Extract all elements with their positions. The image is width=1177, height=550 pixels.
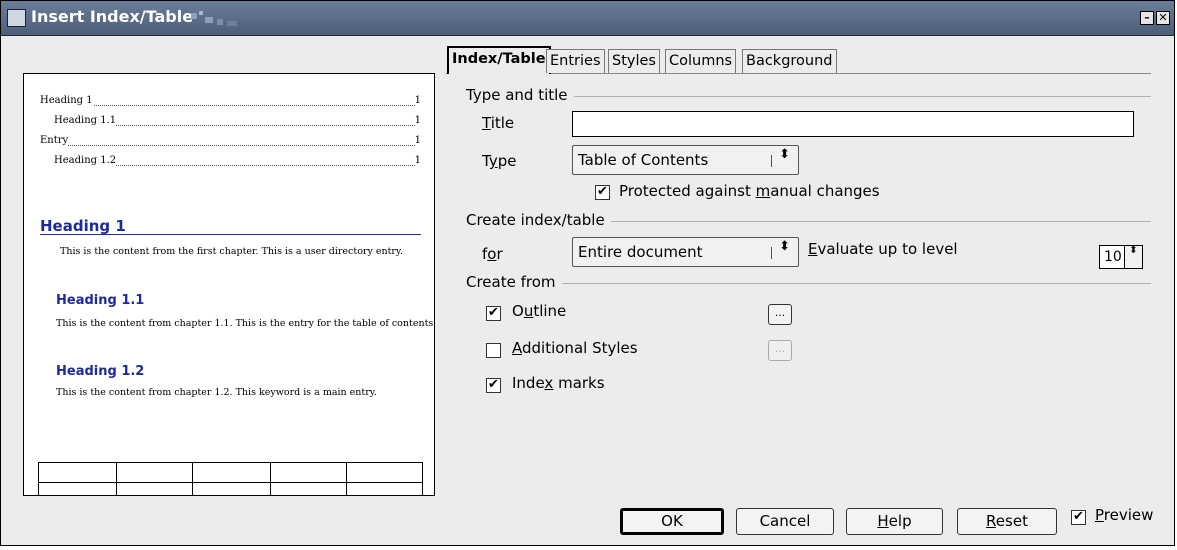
close-button[interactable]: ✕ xyxy=(1156,11,1170,25)
index-marks-label: Index marks xyxy=(512,374,605,392)
tab-background[interactable]: Background xyxy=(742,49,837,73)
window-menu-icon[interactable] xyxy=(7,9,26,27)
spin-arrows-icon[interactable]: ⬍ xyxy=(1124,246,1142,268)
toc-entry: Heading 1.2 1 xyxy=(54,155,421,166)
preview-checkbox[interactable]: ✔ xyxy=(1071,510,1086,525)
tab-columns[interactable]: Columns xyxy=(665,49,737,73)
for-select-value: Entire document xyxy=(578,243,703,261)
window-title: Insert Index/Table xyxy=(31,7,194,26)
preview-table xyxy=(38,462,423,495)
evaluate-level-label: Evaluate up to level xyxy=(808,240,958,258)
protected-label: Protected against manual changes xyxy=(619,182,880,200)
toc-entry: Entry 1 xyxy=(40,135,421,146)
section-type-and-title: Type and title xyxy=(466,86,574,104)
help-button[interactable]: Help xyxy=(846,508,943,535)
title-label: Title xyxy=(482,114,515,132)
section-divider xyxy=(611,221,1151,222)
preview-heading-1-1: Heading 1.1 xyxy=(56,293,145,308)
insert-index-dialog: Insert Index/Table – ✕ Heading 11 Headin… xyxy=(0,0,1175,546)
cancel-button[interactable]: Cancel xyxy=(736,508,834,535)
additional-styles-options-button[interactable]: ... xyxy=(768,340,792,361)
additional-styles-checkbox[interactable] xyxy=(486,343,501,358)
preview-heading-1: Heading 1 xyxy=(40,217,126,235)
outline-label: Outline xyxy=(512,302,567,320)
preview-body-text: This is the content from the first chapt… xyxy=(60,246,404,257)
section-create-from: Create from xyxy=(466,273,562,291)
tab-index-table[interactable]: Index/Table xyxy=(447,46,551,74)
ok-button[interactable]: OK xyxy=(620,508,724,535)
outline-options-button[interactable]: ... xyxy=(768,304,792,325)
updown-arrows-icon: ⬍ xyxy=(779,147,790,162)
updown-arrows-icon: ⬍ xyxy=(779,239,790,254)
tab-styles[interactable]: Styles xyxy=(608,49,660,73)
toc-entry: Heading 11 xyxy=(40,95,421,106)
tab-strip-line xyxy=(446,73,1151,74)
minimize-button[interactable]: – xyxy=(1140,11,1154,25)
preview-heading-1-2: Heading 1.2 xyxy=(56,364,145,379)
index-marks-checkbox[interactable]: ✔ xyxy=(486,378,501,393)
level-value: 10 xyxy=(1104,249,1122,265)
level-spinbox[interactable]: 10 ⬍ xyxy=(1099,245,1143,269)
preview-body-text: This is the content from chapter 1.1. Th… xyxy=(56,318,435,329)
preview-pane: Heading 11 Heading 1.1 1 Entry 1 Heading 1… xyxy=(23,73,435,496)
toc-entry: Heading 1.1 1 xyxy=(54,115,421,126)
type-label: Type xyxy=(482,152,517,170)
section-create-index: Create index/table xyxy=(466,211,611,229)
title-field[interactable] xyxy=(572,111,1134,137)
type-select[interactable]: Table of Contents ⬍ xyxy=(572,145,799,175)
heading-rule xyxy=(40,234,421,235)
for-select[interactable]: Entire document ⬍ xyxy=(572,237,799,267)
preview-body-text: This is the content from chapter 1.2. Th… xyxy=(56,387,377,398)
additional-styles-label: Additional Styles xyxy=(512,339,638,357)
section-divider xyxy=(549,283,1151,284)
protected-checkbox[interactable]: ✔ xyxy=(595,185,610,200)
reset-button[interactable]: Reset xyxy=(957,508,1057,535)
preview-label: Preview xyxy=(1095,506,1154,524)
title-decoration-icon xyxy=(191,11,237,26)
title-bar[interactable]: Insert Index/Table – ✕ xyxy=(1,1,1174,36)
outline-checkbox[interactable]: ✔ xyxy=(486,306,501,321)
tab-entries[interactable]: Entries xyxy=(546,49,605,73)
for-label: for xyxy=(482,245,503,263)
section-divider xyxy=(571,96,1151,97)
type-select-value: Table of Contents xyxy=(578,151,709,169)
